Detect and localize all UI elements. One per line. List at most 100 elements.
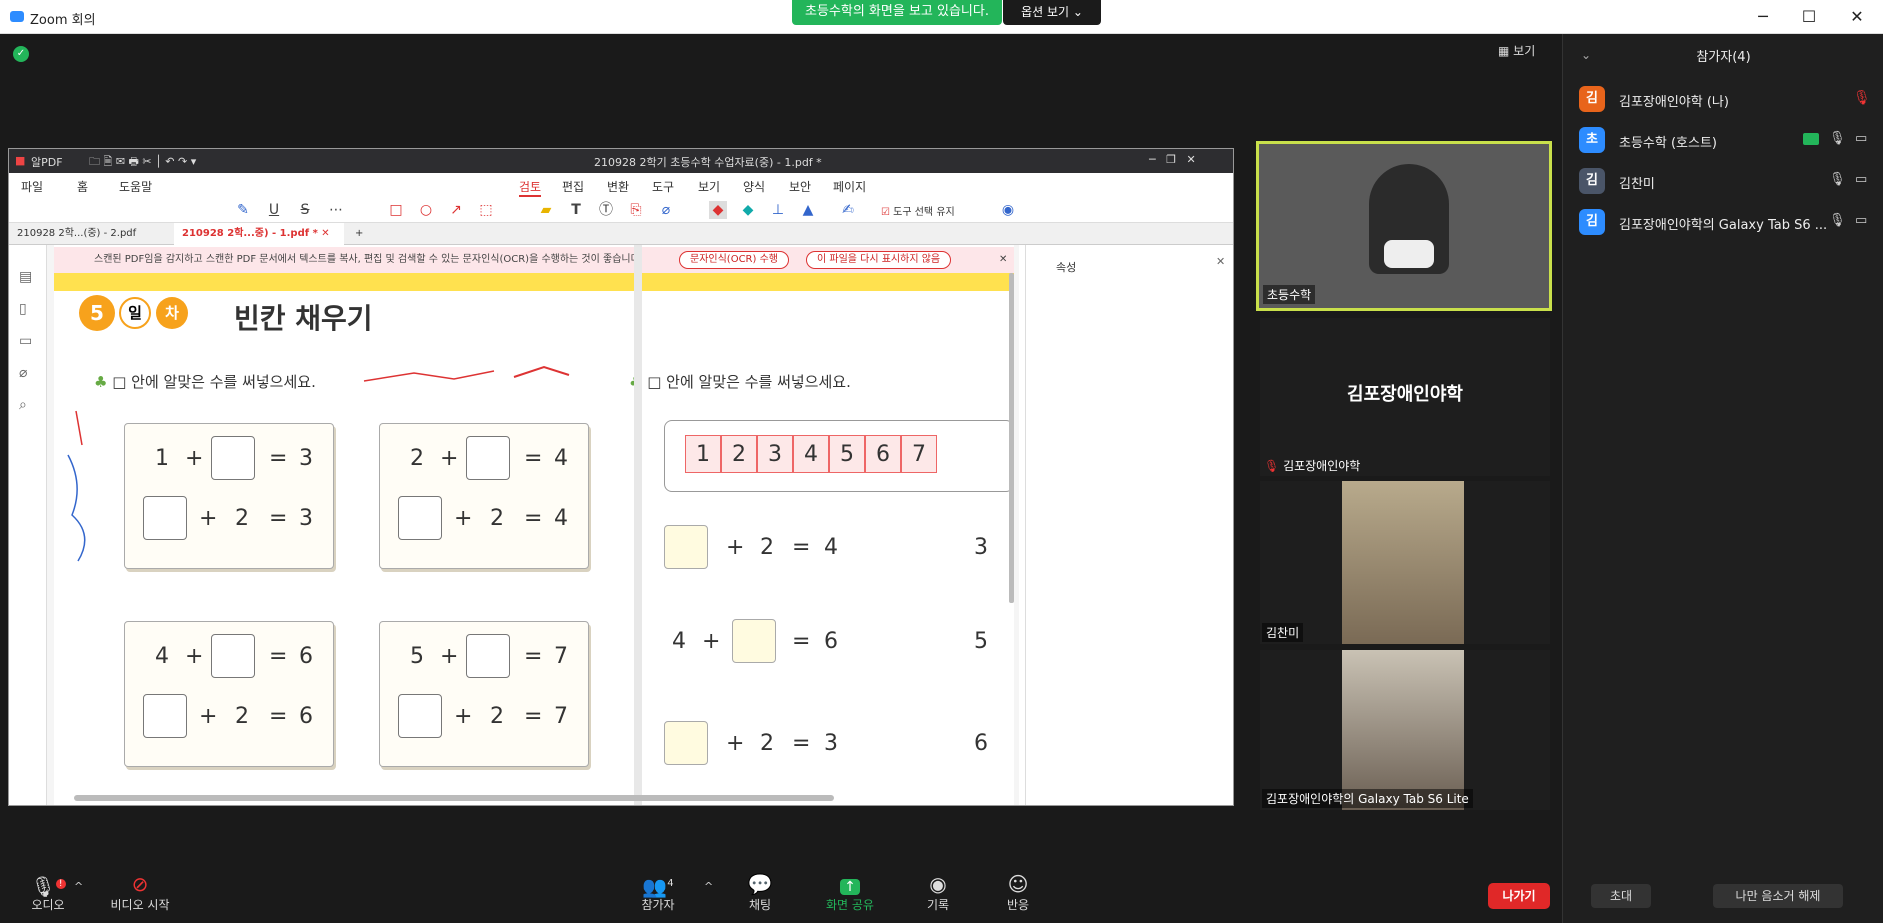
pdf-window-controls[interactable]: ─ ❐ ✕ (1149, 153, 1196, 166)
file-tools-icons[interactable]: 🗀 🗎 ✉ 🖶 ✂ │ ↶ ↷ ▾ (89, 153, 196, 172)
menu-view[interactable]: 보기 (698, 178, 720, 195)
meeting-toolbar: 🎙! 오디오 ^ ⊘ 비디오 시작 👥4 참가자 ^ 💬 채팅 ↑ 화면 공유 ◉ 기록 ☺… (0, 866, 1562, 923)
participant-row[interactable]: 초 초등수학 (호스트) 🎙 ▭ (1563, 123, 1883, 163)
zoom-logo-icon (10, 11, 24, 22)
new-tab-button[interactable]: + (347, 223, 371, 245)
menu-tools[interactable]: 도구 (652, 178, 674, 195)
security-shield-icon[interactable]: ✓ (13, 46, 29, 62)
video-feed-room (1342, 481, 1464, 644)
menu-form[interactable]: 양식 (743, 178, 765, 195)
fill-icon[interactable]: ▲ (799, 201, 817, 219)
attach-icon[interactable]: ⌀ (657, 201, 675, 219)
stamp-icon[interactable]: ⎘ (627, 201, 645, 219)
unmute-me-button[interactable]: 나만 음소거 해제 (1713, 884, 1843, 908)
shape-dropdown-icon[interactable]: ⬚ (477, 201, 495, 219)
menu-file[interactable]: 파일 (21, 178, 43, 195)
avatar: 김 (1579, 209, 1605, 235)
alpdf-logo-icon: ■ (15, 154, 26, 167)
eraser-icon[interactable]: ◆ (709, 201, 727, 219)
properties-panel: 속성 ✕ (1025, 245, 1233, 805)
properties-title: 속성 (1056, 261, 1077, 274)
avatar: 초 (1579, 127, 1605, 153)
circle-icon[interactable]: ○ (417, 201, 435, 219)
menu-home[interactable]: 홈 (77, 178, 88, 195)
share-banner: 초등수학의 화면을 보고 있습니다. (792, 0, 1002, 25)
video-tile-main[interactable]: 초등수학 (1256, 141, 1552, 311)
strikethrough-icon[interactable]: S (296, 201, 314, 219)
mask-shape (1384, 240, 1434, 268)
view-button[interactable]: ▦ 보기 (1498, 42, 1535, 59)
participant-row[interactable]: 김 김찬미 🎙 ▭ (1563, 164, 1883, 204)
underline-icon[interactable]: U (265, 201, 283, 219)
record-button[interactable]: ◉ 기록 (916, 872, 960, 913)
participant-name: 김포장애인야학의 Galaxy Tab S6 ... (1619, 218, 1828, 233)
grid-icon: ▦ (1498, 44, 1514, 58)
participants-caret-icon[interactable]: ^ (704, 880, 713, 893)
pdf-document-area: ▤ ▯ ▭ ⌀ ⌕ 스캔된 PDF임을 감지하고 스캔한 PDF 문서에서 텍스트를 복… (9, 245, 1019, 805)
more-icon[interactable]: ⋯ (327, 201, 345, 219)
rectangle-icon[interactable]: □ (387, 201, 405, 219)
text-icon[interactable]: T (567, 201, 585, 219)
name-only-title: 김포장애인야학 (1347, 384, 1463, 405)
video-name-2: 🎙 김포장애인야학 (1264, 459, 1361, 473)
sign-icon[interactable]: ✍ (839, 201, 857, 219)
minimize-button[interactable]: ─ (1740, 0, 1786, 34)
close-button[interactable]: ✕ (1834, 0, 1880, 34)
share-screen-button[interactable]: ↑ 화면 공유 (812, 872, 888, 913)
vertical-scrollbar[interactable] (1009, 273, 1014, 603)
menu-edit[interactable]: 편집 (562, 178, 584, 195)
properties-close-icon[interactable]: ✕ (1216, 255, 1225, 268)
audio-caret-icon[interactable]: ^ (74, 880, 83, 893)
participant-row[interactable]: 김 김포장애인야학 (나) 🎙 (1563, 82, 1883, 122)
video-feed-tablet (1342, 650, 1464, 810)
view-options-button[interactable]: 옵션 보기 ⌄ (1003, 0, 1101, 25)
video-tile-tablet[interactable]: 김포장애인야학의 Galaxy Tab S6 Lite (1260, 650, 1550, 810)
avatar: 김 (1579, 168, 1605, 194)
emoji-icon: ☺ (1007, 872, 1029, 896)
pdf-page: 스캔된 PDF임을 감지하고 스캔한 PDF 문서에서 텍스트를 복사, 편집 … (54, 245, 1014, 805)
reactions-button[interactable]: ☺ 반응 (996, 872, 1040, 913)
pdf-app-window: ■ 알PDF 🗀 🗎 ✉ 🖶 ✂ │ ↶ ↷ ▾ 210928 2학기 초등수학… (8, 148, 1234, 806)
maximize-button[interactable]: ☐ (1786, 0, 1832, 34)
share-icon: ↑ (812, 872, 888, 896)
video-tile-name-only[interactable]: 김포장애인야학 🎙 김포장애인야학 (1260, 318, 1550, 476)
tab-doc-2[interactable]: 210928 2학...(중) - 2.pdf (9, 223, 174, 245)
keep-tool-checkbox[interactable]: ☑ 도구 선택 유지 (881, 203, 955, 218)
pdf-ribbon: 파일 홈 도움말 검토 편집 변환 도구 보기 양식 보안 페이지 ✎ U S … (9, 173, 1233, 223)
tab-doc-1[interactable]: 210928 2학...중) - 1.pdf * ✕ (174, 223, 344, 245)
sidebar-icons[interactable]: ▤ ▯ ▭ ⌀ ⌕ (19, 261, 32, 421)
participant-row[interactable]: 김 김포장애인야학의 Galaxy Tab S6 ... 🎙 ▭ (1563, 205, 1883, 245)
menu-convert[interactable]: 변환 (607, 178, 629, 195)
horizontal-scrollbar[interactable] (74, 795, 834, 801)
eraser2-icon[interactable]: ◆ (739, 201, 757, 219)
audio-button[interactable]: 🎙! 오디오 (20, 872, 76, 913)
leave-button[interactable]: 나가기 (1488, 883, 1550, 909)
arrow-icon[interactable]: ↗ (447, 201, 465, 219)
eye-icon[interactable]: ◉ (999, 201, 1017, 219)
video-name-main: 초등수학 (1263, 285, 1316, 304)
camera-icon: ▭ (1855, 213, 1868, 228)
invite-button[interactable]: 초대 (1591, 884, 1651, 908)
participants-title: 참가자(4) (1696, 50, 1751, 65)
people-icon: 👥4 (642, 874, 674, 899)
pdf-app-name: 알PDF (31, 156, 63, 169)
note-icon[interactable]: ▰ (537, 201, 555, 219)
start-video-button[interactable]: ⊘ 비디오 시작 (102, 872, 178, 913)
chat-button[interactable]: 💬 채팅 (738, 872, 782, 913)
participant-name: 김찬미 (1619, 177, 1655, 192)
menu-review[interactable]: 검토 (519, 178, 542, 197)
pdf-titlebar: ■ 알PDF 🗀 🗎 ✉ 🖶 ✂ │ ↶ ↷ ▾ 210928 2학기 초등수학… (9, 149, 1233, 173)
menu-help[interactable]: 도움말 (119, 178, 152, 195)
menu-security[interactable]: 보안 (789, 178, 811, 195)
highlight-icon[interactable]: ✎ (234, 201, 252, 219)
camera-icon: ▭ (1855, 172, 1868, 187)
video-name-kimchanmi: 김찬미 (1262, 623, 1304, 642)
video-tile-kimchanmi[interactable]: 김찬미 (1260, 481, 1550, 644)
pin-icon[interactable]: ⊥ (769, 201, 787, 219)
participants-button[interactable]: 👥4 참가자 (630, 872, 686, 913)
muted-mic-icon: 🎙 (1264, 459, 1284, 473)
menu-page[interactable]: 페이지 (833, 178, 866, 195)
mic-icon: 🎙 (1829, 213, 1846, 228)
textbox-icon[interactable]: Ⓣ (597, 201, 615, 219)
participant-name: 초등수학 (호스트) (1619, 136, 1717, 151)
